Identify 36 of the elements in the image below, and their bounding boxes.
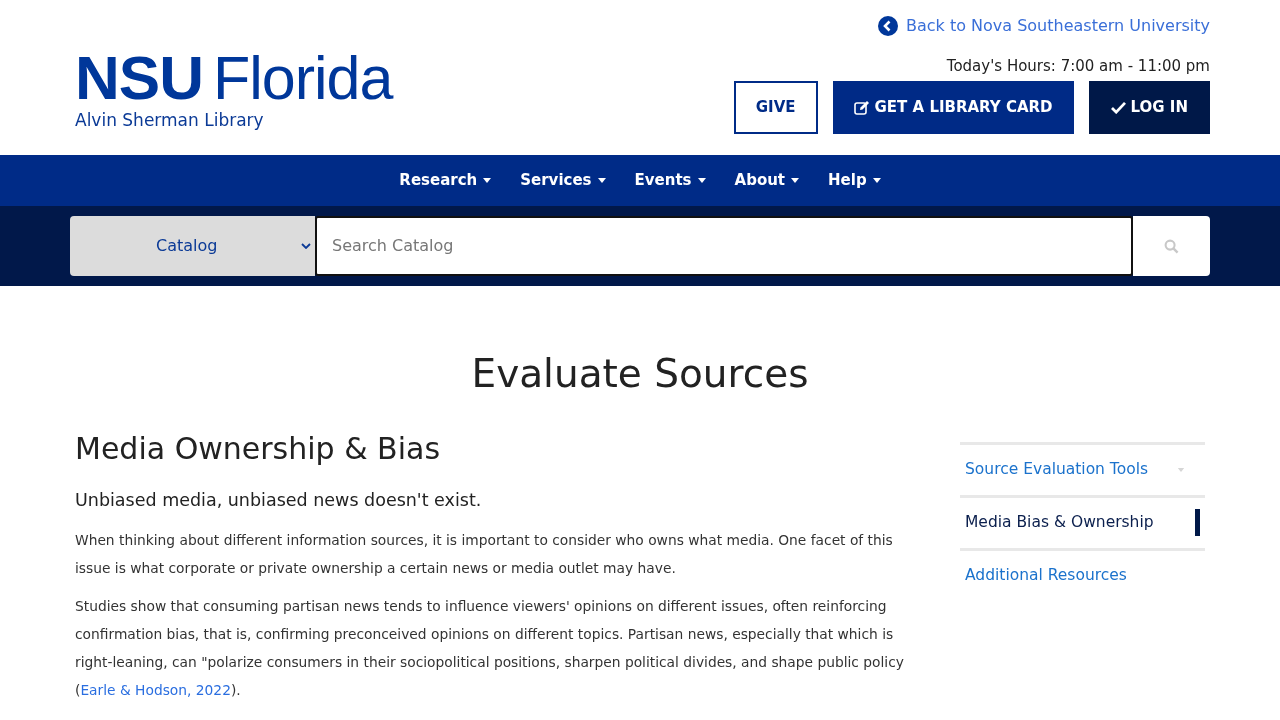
search-field[interactable]: Search Catalog (315, 216, 1133, 276)
scope-select[interactable]: Catalog (70, 216, 315, 276)
active-indicator-icon (1195, 509, 1200, 536)
side-nav-item[interactable]: Additional Resources (960, 548, 1205, 601)
back-link[interactable]: Back to Nova Southeastern University (877, 15, 1210, 37)
page-title: Evaluate Sources (470, 350, 810, 398)
nav-menu-item[interactable]: About (729, 169, 805, 192)
search-icon (1164, 238, 1179, 254)
search-button[interactable] (1133, 216, 1210, 276)
log-in-button[interactable]: LOG IN (1088, 81, 1210, 134)
nav-menu-item[interactable]: Services (515, 169, 611, 192)
caret-icon (1177, 468, 1185, 472)
edit-icon (853, 99, 870, 116)
caret-icon (483, 178, 492, 183)
logo-wordmark: Florida (212, 53, 393, 103)
caret-icon (791, 178, 800, 183)
nav-menu-item[interactable]: Research (394, 169, 497, 192)
lead-text: Unbiased media, unbiased news doesn't exist. (75, 489, 483, 512)
library-card-button[interactable]: GET A LIBRARY CARD (832, 81, 1074, 134)
body-paragraph: Studies show that consuming partisan news tends to influence viewers' opinions on different issues, often reinforcing confirmation bias, that is, confirming preconceived opinions on different topics. Partisan news, especially that which is right-leaning, can "polarize consumers in their sociopolitical positions, sharpen political divides, and shape public policy (Earle & Hodson, 2022). (75, 597, 905, 700)
check-icon (1110, 101, 1126, 114)
side-nav-item[interactable]: Media Bias & Ownership (960, 495, 1205, 548)
nav-menu-item[interactable]: Help (823, 169, 886, 192)
chevron-down-icon (301, 243, 311, 249)
section-heading: Media Ownership & Bias (75, 430, 441, 468)
hours-text: Today's Hours: 7:00 am - 11:00 pm (946, 56, 1210, 76)
side-nav-item[interactable]: Source Evaluation Tools (960, 442, 1205, 495)
caret-icon (697, 178, 706, 183)
library-name: Alvin Sherman Library (75, 109, 265, 131)
give-button[interactable]: GIVE (733, 81, 818, 134)
caret-icon (597, 178, 606, 183)
nav-menu-item[interactable]: Events (629, 169, 711, 192)
body-paragraph: When thinking about different information sources, it is important to consider who owns what media. One facet of this issue is what corporate or private ownership a certain news or media outlet may have. (75, 531, 894, 578)
logo-wordmark: NSU (75, 53, 203, 103)
citation-link[interactable]: Earle & Hodson, 2022 (80, 682, 231, 698)
caret-icon (872, 178, 881, 183)
